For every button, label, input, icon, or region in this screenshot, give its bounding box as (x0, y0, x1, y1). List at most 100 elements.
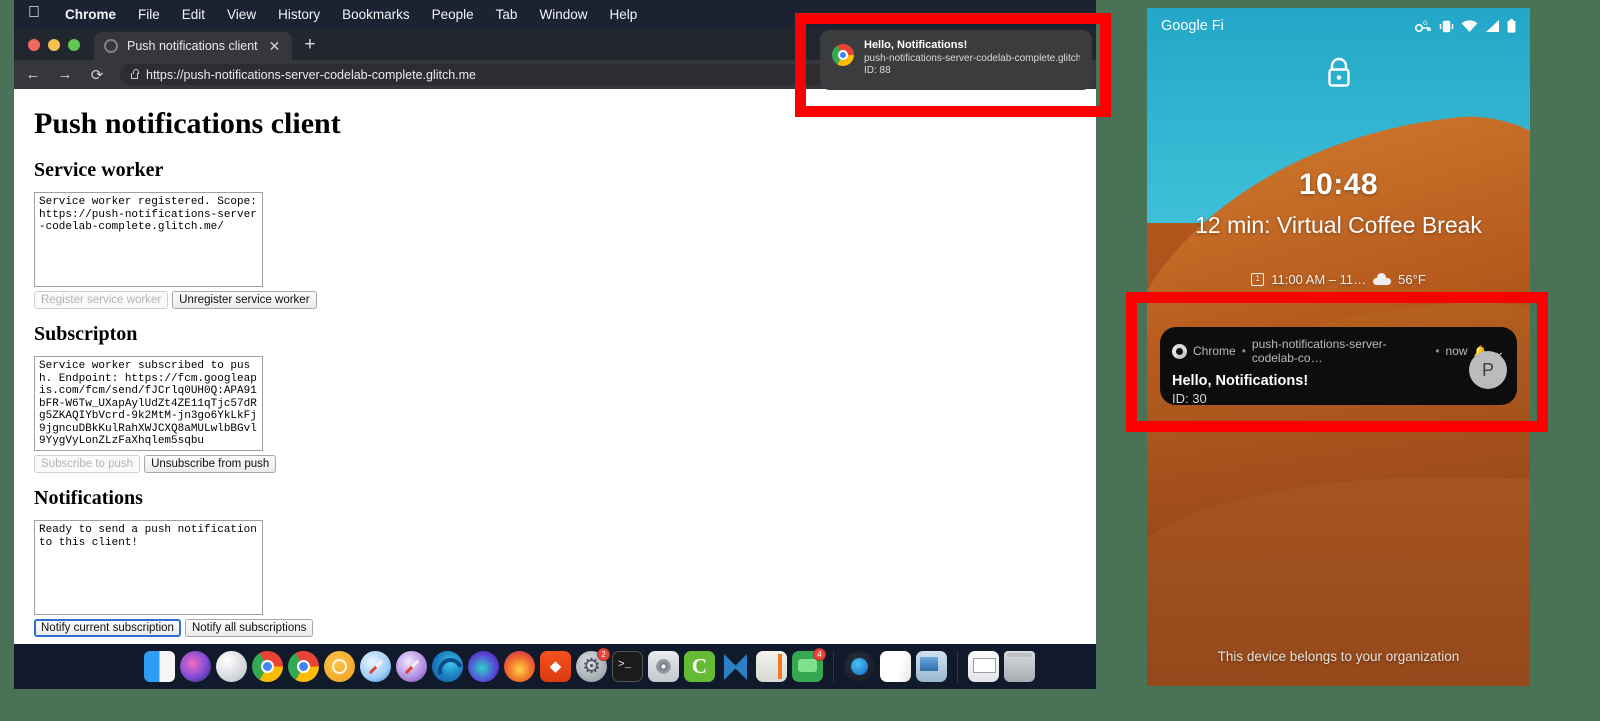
address-bar-url: https://push-notifications-server-codela… (146, 67, 477, 82)
dock-app-trash[interactable] (1004, 651, 1035, 682)
event-time-range: 11:00 AM – 11… (1271, 272, 1367, 287)
dock-app-siri[interactable] (180, 651, 211, 682)
organization-footer-note: This device belongs to your organization (1217, 649, 1460, 664)
minimize-window-button[interactable] (48, 39, 60, 51)
dock-app-preview[interactable] (916, 651, 947, 682)
dock-app-google-chrome[interactable] (252, 651, 283, 682)
menu-item-chrome[interactable]: Chrome (54, 7, 127, 22)
notification-app-name: Chrome (1193, 344, 1236, 358)
dock-app-safari-technology-preview[interactable] (396, 651, 427, 682)
menu-item-people[interactable]: People (421, 7, 485, 22)
service-worker-buttons: Register service worker Unregister servi… (34, 291, 1096, 309)
macos-desktop-window:  Chrome File Edit View History Bookmark… (14, 0, 1096, 689)
dock-app-notes[interactable] (756, 651, 787, 682)
dock-app-screenshot[interactable] (968, 651, 999, 682)
dock-app-cleanmymac[interactable] (844, 651, 875, 682)
macos-menu-bar:  Chrome File Edit View History Bookmark… (14, 0, 1096, 28)
vpn-key-icon: G (1415, 20, 1432, 33)
dock-badge-messages: 4 (813, 648, 826, 661)
dock-separator-2 (957, 650, 958, 683)
web-page-content: Push notifications client Service worker… (14, 89, 1096, 644)
forward-icon[interactable]: → (56, 66, 74, 83)
dock-app-cisco-anyconnect[interactable] (684, 651, 715, 682)
register-service-worker-button[interactable]: Register service worker (34, 291, 169, 309)
notification-buttons: Notify current subscription Notify all s… (34, 619, 1096, 637)
menu-item-history[interactable]: History (267, 7, 331, 22)
dock-app-firefox-developer-edition[interactable] (468, 651, 499, 682)
dock-app-microsoft-edge[interactable] (432, 651, 463, 682)
section-subscription: Subscripton Subscribe to push Unsubscrib… (34, 323, 1096, 473)
dock-app-safari[interactable] (360, 651, 391, 682)
apple-logo-icon[interactable]:  (28, 5, 40, 21)
wifi-icon (1461, 19, 1478, 33)
notification-time: now (1445, 344, 1468, 358)
chrome-icon (832, 44, 854, 66)
back-icon[interactable]: ← (24, 66, 42, 83)
battery-icon (1507, 19, 1516, 33)
chrome-icon (1172, 343, 1187, 359)
dock-app-launchpad[interactable] (216, 651, 247, 682)
calendar-icon (1251, 273, 1265, 286)
service-worker-log[interactable] (34, 192, 263, 287)
window-controls (14, 39, 94, 60)
lock-icon (1324, 56, 1354, 95)
dot-separator-2: • (1435, 344, 1440, 358)
dock-app-terminal[interactable] (612, 651, 643, 682)
avatar: P (1469, 351, 1507, 389)
toast-id: ID: 88 (864, 65, 891, 76)
macos-dock: 2 4 (14, 644, 1096, 689)
dock-app-messages[interactable]: 4 (792, 648, 826, 682)
svg-text:G: G (1423, 21, 1428, 27)
android-notification-card[interactable]: Chrome • push-notifications-server-codel… (1160, 327, 1517, 406)
toast-title: Hello, Notifications! (864, 39, 968, 51)
tab-title: Push notifications client (127, 39, 258, 53)
notifications-heading: Notifications (34, 487, 143, 509)
notification-header: Chrome • push-notifications-server-codel… (1172, 337, 1505, 365)
toast-source: push-notifications-server-codelab-comple… (864, 53, 1080, 64)
service-worker-heading: Service worker (34, 159, 164, 181)
carrier-label: Google Fi (1161, 18, 1224, 34)
menu-item-window[interactable]: Window (528, 7, 598, 22)
notify-all-subscriptions-button[interactable]: Notify all subscriptions (184, 619, 314, 637)
dock-app-finder[interactable] (144, 651, 175, 682)
dock-app-pages[interactable] (880, 651, 911, 682)
dock-app-brave-browser[interactable] (540, 651, 571, 682)
dock-app-system-preferences[interactable]: 2 (576, 648, 610, 682)
android-lock-screen: Google Fi G 10:48 12 min: Virtual Coffee… (1147, 8, 1530, 686)
unregister-service-worker-button[interactable]: Unregister service worker (172, 291, 317, 309)
dock-app-disk-utility[interactable] (648, 651, 679, 682)
section-service-worker: Service worker Register service worker U… (34, 159, 1096, 309)
section-notifications: Notifications Notify current subscriptio… (34, 487, 1096, 637)
menu-item-edit[interactable]: Edit (171, 7, 216, 22)
close-window-button[interactable] (28, 39, 40, 51)
menu-item-help[interactable]: Help (598, 7, 648, 22)
dock-app-visual-studio-code[interactable] (720, 651, 751, 682)
android-status-bar: Google Fi G (1147, 8, 1530, 44)
subscribe-to-push-button[interactable]: Subscribe to push (34, 455, 141, 473)
notifications-log[interactable] (34, 520, 263, 615)
menu-item-bookmarks[interactable]: Bookmarks (331, 7, 421, 22)
menu-item-view[interactable]: View (216, 7, 267, 22)
dock-app-firefox[interactable] (504, 651, 535, 682)
menu-item-tab[interactable]: Tab (485, 7, 529, 22)
tab-favicon-icon (104, 39, 118, 53)
cloud-icon (1373, 272, 1392, 285)
browser-tab[interactable]: Push notifications client ✕ (94, 32, 293, 60)
vibrate-icon (1439, 20, 1454, 33)
dock-app-google-chrome-canary[interactable] (288, 651, 319, 682)
notify-current-subscription-button[interactable]: Notify current subscription (34, 619, 181, 637)
lock-screen-event-title[interactable]: 12 min: Virtual Coffee Break (1147, 211, 1530, 239)
maximize-window-button[interactable] (68, 39, 80, 51)
dock-badge-system-preferences: 2 (597, 648, 610, 661)
unsubscribe-from-push-button[interactable]: Unsubscribe from push (144, 455, 277, 473)
reload-icon[interactable]: ⟳ (88, 66, 106, 84)
new-tab-button[interactable]: + (292, 35, 327, 60)
dock-app-chrome-beta[interactable] (324, 651, 355, 682)
dock-separator (833, 650, 834, 683)
tab-close-icon[interactable]: ✕ (267, 39, 283, 53)
subscription-log[interactable] (34, 356, 263, 451)
page-title: Push notifications client (34, 107, 341, 140)
macos-notification-toast[interactable]: Hello, Notifications! push-notifications… (820, 30, 1092, 90)
menu-item-file[interactable]: File (127, 7, 171, 22)
lock-screen-clock: 10:48 (1298, 168, 1379, 201)
